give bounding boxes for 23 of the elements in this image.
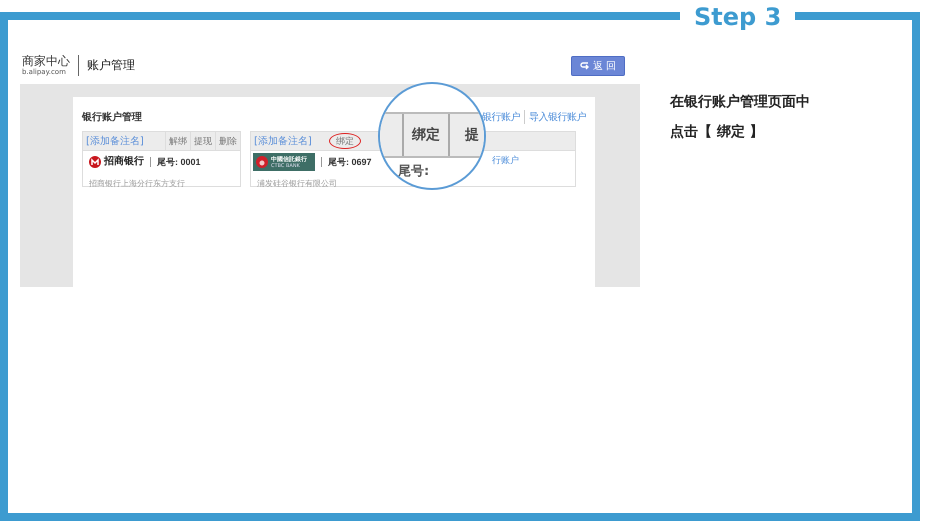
circled-action-button[interactable]: 绑定: [328, 133, 361, 149]
link[interactable]: 行账户: [492, 154, 519, 167]
branch-name: 招商银行上海分行东方支行: [89, 178, 185, 189]
bank-logo: 招商银行: [89, 153, 144, 171]
account-tail: 尾号: 0697: [321, 157, 372, 167]
zoomed-tail-label: 尾号:: [398, 163, 430, 180]
instruction-text: 在银行账户管理页面中 点击【 绑定 】: [670, 92, 810, 142]
back-button[interactable]: 返 回: [570, 56, 625, 76]
link[interactable]: 银行账户: [482, 110, 520, 124]
return-arrow-icon: [580, 62, 590, 70]
panel-title: 银行账户管理: [82, 110, 142, 124]
action-button[interactable]: 删除: [215, 132, 240, 150]
step-label: Step 3: [680, 4, 796, 30]
branch-name: 浦发硅谷银行有限公司: [257, 178, 337, 189]
page-title: 账户管理: [87, 57, 135, 74]
logo-title: 商家中心: [22, 55, 70, 68]
action-button[interactable]: 提现: [190, 132, 215, 150]
account-tail: 尾号: 0001: [150, 157, 201, 167]
note-link[interactable]: [添加备注名]: [251, 134, 315, 148]
note-link[interactable]: [添加备注名]: [83, 134, 147, 148]
zoomed-action: 绑定: [402, 114, 448, 156]
action-button[interactable]: 解绑: [165, 132, 190, 150]
link[interactable]: 导入银行账户: [524, 110, 586, 124]
